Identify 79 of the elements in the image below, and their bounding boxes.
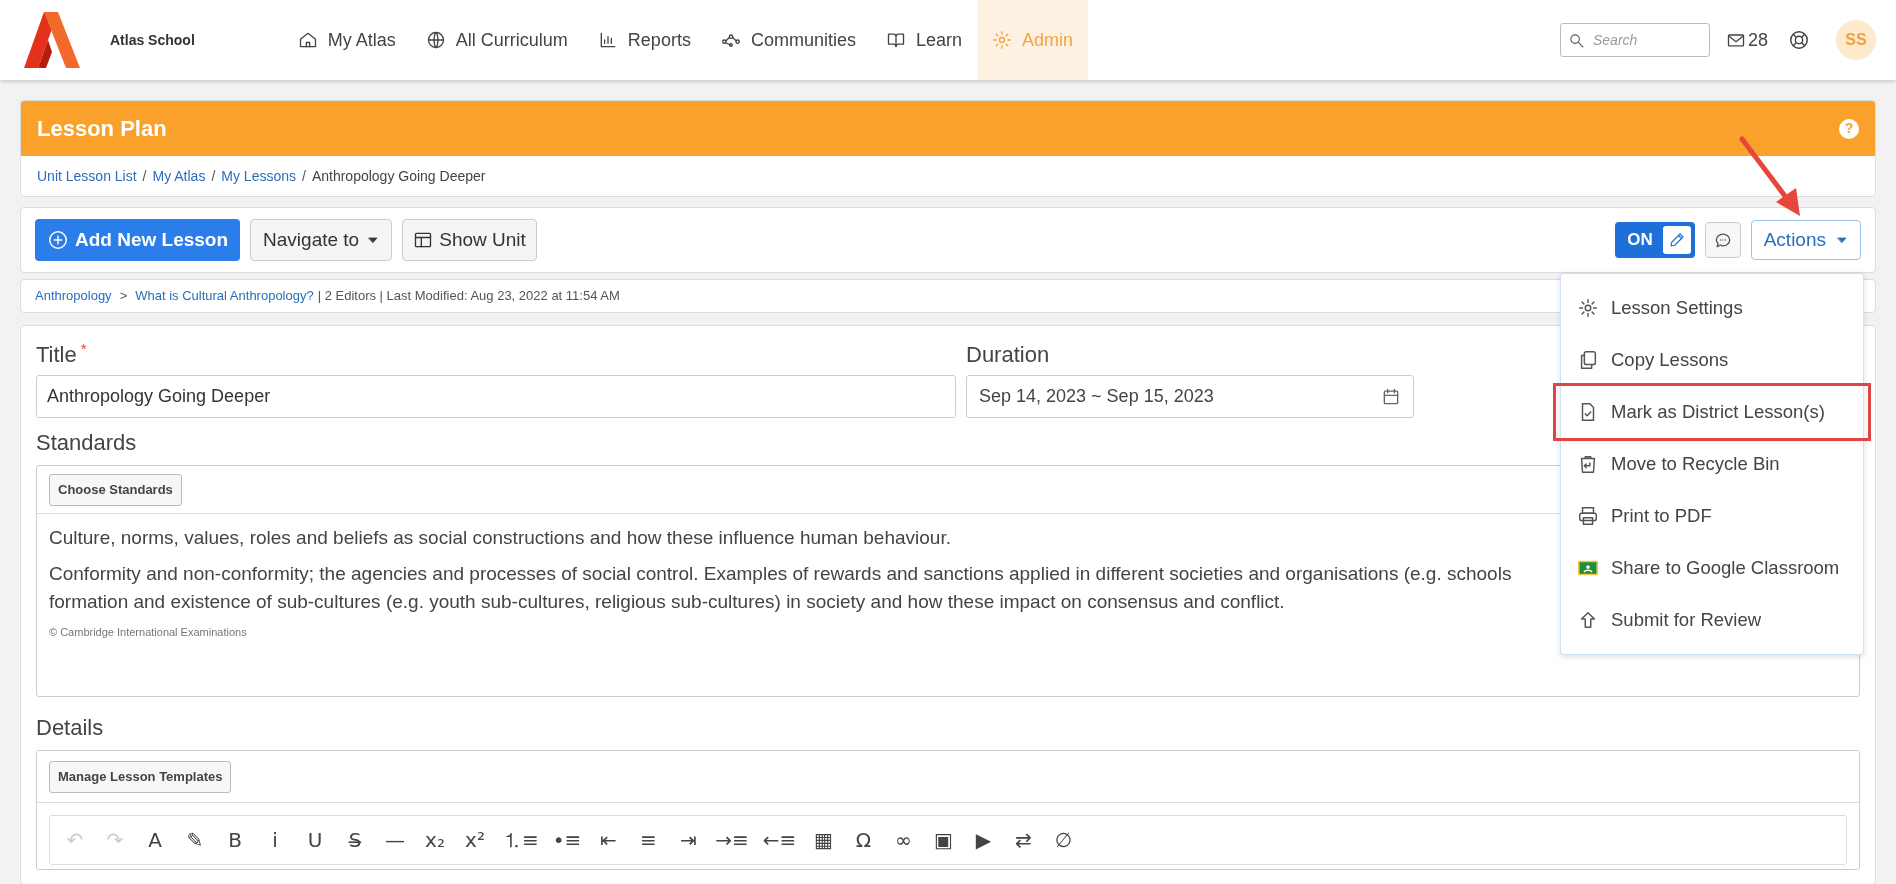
- actions-menu-item[interactable]: Submit for Review: [1561, 594, 1863, 646]
- breadcrumb-link[interactable]: My Atlas: [152, 165, 206, 187]
- editor-tool[interactable]: ∅: [1050, 825, 1077, 855]
- house-icon: [297, 30, 318, 50]
- editor-tool[interactable]: ⇤: [595, 825, 622, 855]
- editor-tool[interactable]: x₂: [422, 825, 448, 855]
- school-name: Atlas School: [110, 30, 195, 50]
- unit-path-link[interactable]: What is Cultural Anthropology?: [135, 286, 314, 306]
- editor-tool[interactable]: Ω: [850, 825, 877, 855]
- editor-tool[interactable]: S̶: [342, 825, 368, 855]
- editor-tool[interactable]: ▣: [930, 825, 957, 855]
- duration-label: Duration: [966, 341, 1050, 369]
- editor-tool[interactable]: A: [142, 825, 168, 855]
- printer-icon: [1577, 505, 1599, 527]
- actions-menu-item[interactable]: Mark as District Lesson(s): [1556, 386, 1868, 438]
- manage-templates-button[interactable]: Manage Lesson Templates: [49, 760, 232, 793]
- nav-tab[interactable]: My Atlas: [282, 0, 411, 80]
- breadcrumb-separator: /: [302, 166, 306, 186]
- editor-tool[interactable]: ▶: [970, 825, 997, 855]
- editor-tool[interactable]: ▦: [810, 825, 837, 855]
- edit-mode-toggle[interactable]: ON: [1615, 222, 1695, 258]
- nav-tab[interactable]: Learn: [870, 0, 977, 80]
- actions-menu-item[interactable]: Lesson Settings: [1561, 282, 1863, 334]
- standard-text: Conformity and non-conformity; the agencies and processes of social control. Examples of rewards and sanctions applied in different societies and organisations (e.g. schools formation and existence of sub-cultures (e.g. youth sub-cultures, religious sub-cultures) in society and how these impact on consensus and conflict.: [49, 562, 1512, 614]
- search-field[interactable]: Search: [1559, 23, 1710, 57]
- actions-menu-item[interactable]: Copy Lessons: [1561, 334, 1863, 386]
- nav-tab[interactable]: All Curriculum: [410, 0, 583, 80]
- title-label: Title: [36, 341, 77, 369]
- actions-menu-item[interactable]: Share to Google Classroom: [1561, 542, 1863, 594]
- actions-menu-item[interactable]: Print to PDF: [1561, 490, 1863, 542]
- navigate-dropdown[interactable]: Navigate to: [250, 219, 393, 261]
- unit-path-link[interactable]: Anthropology: [35, 286, 112, 306]
- pencil-icon: [1667, 231, 1686, 249]
- editor-tool[interactable]: ∞: [890, 825, 917, 855]
- editor-tool[interactable]: ⇄: [1010, 825, 1037, 855]
- actions-dropdown[interactable]: Actions: [1750, 220, 1861, 260]
- path-separator: >: [119, 287, 128, 306]
- required-mark: *: [80, 339, 87, 359]
- editor-tool[interactable]: →≡: [715, 825, 749, 855]
- editor-tool[interactable]: ←≡: [762, 825, 797, 855]
- details-label: Details: [36, 714, 104, 742]
- editor-tool[interactable]: ⇥: [675, 825, 702, 855]
- copyright-text: © Cambridge International Examinations: [49, 625, 247, 640]
- lesson-meta: | 2 Editors | Last Modified: Aug 23, 2022 at 11:54 AM: [317, 287, 620, 306]
- page-title: Lesson Plan: [37, 115, 167, 143]
- lifebuoy-icon[interactable]: [1788, 29, 1810, 51]
- breadcrumb-current: Anthropology Going Deeper: [311, 166, 486, 186]
- search-icon: [1567, 31, 1585, 49]
- inbox-link[interactable]: 28: [1725, 26, 1768, 54]
- editor-tool[interactable]: ⒈≡: [502, 825, 539, 855]
- comments-button[interactable]: [1704, 222, 1741, 258]
- plus-circle-icon: [47, 229, 69, 251]
- caret-down-icon: [367, 234, 380, 246]
- breadcrumb-link[interactable]: My Lessons: [221, 165, 296, 187]
- editor-tool[interactable]: U: [302, 825, 328, 855]
- calendar-icon: [1381, 386, 1401, 407]
- editor-tool[interactable]: B: [222, 825, 248, 855]
- nav-tab[interactable]: Communities: [705, 0, 871, 80]
- caret-down-icon: [1836, 234, 1848, 246]
- actions-menu-item[interactable]: Move to Recycle Bin: [1561, 438, 1863, 490]
- editor-tool[interactable]: i: [262, 825, 288, 855]
- title-input[interactable]: Anthropology Going Deeper: [36, 375, 956, 418]
- editor-tool[interactable]: x²: [462, 825, 488, 855]
- editor-tool[interactable]: •≡: [552, 825, 582, 855]
- editor-tool[interactable]: ✎: [182, 825, 208, 855]
- breadcrumb-separator: /: [142, 166, 147, 186]
- add-lesson-button[interactable]: Add New Lesson: [35, 219, 241, 261]
- nav-tab[interactable]: Reports: [582, 0, 706, 80]
- editor-tool[interactable]: ≡: [635, 825, 662, 855]
- editor-tool[interactable]: —: [382, 825, 408, 855]
- breadcrumb-separator: /: [211, 166, 216, 186]
- choose-standards-button[interactable]: Choose Standards: [49, 473, 182, 506]
- standard-text: Culture, norms, values, roles and beliefs as social constructions and how these influence human behaviour.: [49, 526, 951, 550]
- layout-icon: [413, 230, 434, 250]
- globe-icon: [425, 30, 446, 50]
- duration-field[interactable]: Sep 14, 2023 ~ Sep 15, 2023: [966, 375, 1414, 418]
- breadcrumb-link[interactable]: Unit Lesson List: [37, 165, 137, 187]
- standards-label: Standards: [36, 429, 137, 457]
- show-unit-button[interactable]: Show Unit: [402, 219, 537, 261]
